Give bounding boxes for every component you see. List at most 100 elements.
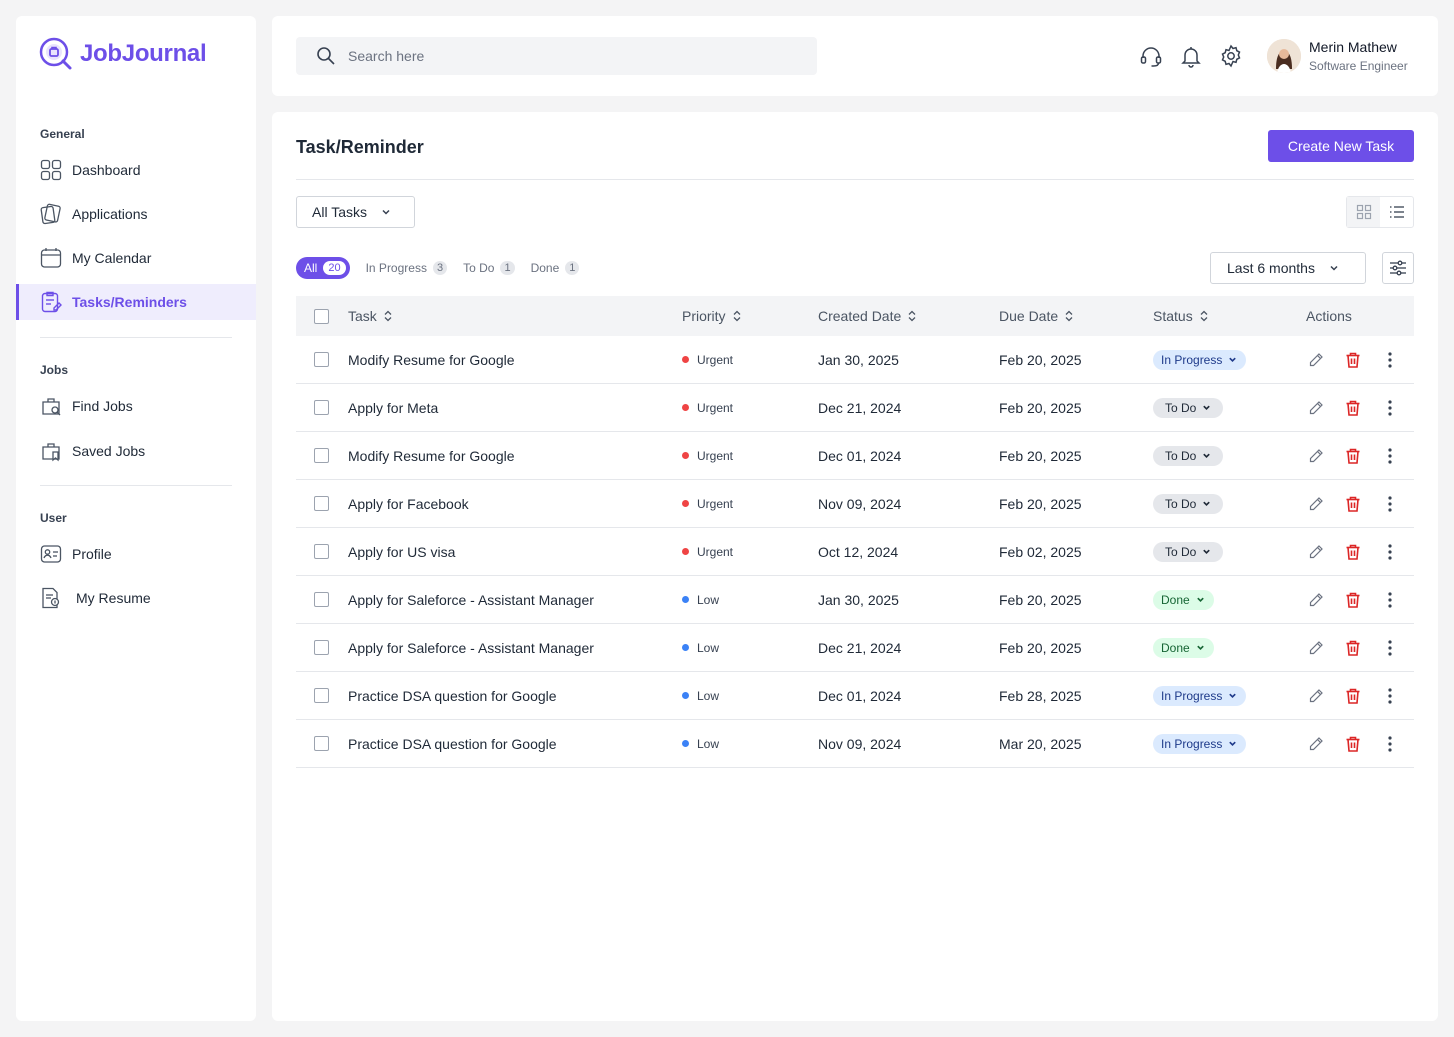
search-input[interactable] (348, 48, 788, 64)
calendar-icon (40, 248, 62, 268)
status-badge[interactable]: In Progress (1153, 349, 1247, 370)
kebab-menu-icon (1388, 639, 1392, 656)
status-badge[interactable]: Done (1153, 637, 1214, 658)
edit-button[interactable] (1308, 448, 1324, 464)
row-checkbox[interactable] (314, 736, 329, 751)
grid-view-button[interactable] (1347, 197, 1380, 227)
row-checkbox[interactable] (314, 592, 329, 607)
status-badge[interactable]: In Progress (1153, 733, 1247, 754)
avatar[interactable] (1267, 39, 1301, 73)
edit-button[interactable] (1308, 400, 1324, 416)
sidebar-item-saved-jobs[interactable]: Saved Jobs (16, 433, 256, 469)
sidebar-item-find-jobs[interactable]: Find Jobs (16, 388, 256, 424)
priority-cell: Urgent (682, 545, 818, 559)
task-name[interactable]: Apply for US visa (348, 544, 682, 560)
main-panel: Task/Reminder Create New Task All Tasks … (272, 112, 1438, 1021)
priority-label: Urgent (697, 352, 734, 367)
task-filter-dropdown[interactable]: All Tasks (296, 196, 415, 228)
more-options-button[interactable] (1382, 735, 1398, 753)
edit-button[interactable] (1308, 352, 1324, 368)
more-options-button[interactable] (1382, 639, 1398, 657)
sidebar-item-my-calendar[interactable]: My Calendar (16, 240, 256, 276)
tab-to-do[interactable]: To Do 1 (463, 257, 515, 279)
task-name[interactable]: Practice DSA question for Google (348, 688, 682, 704)
search-bar[interactable] (296, 37, 817, 75)
delete-button[interactable] (1344, 399, 1362, 417)
row-checkbox[interactable] (314, 640, 329, 655)
filter-settings-button[interactable] (1382, 252, 1414, 284)
more-options-button[interactable] (1382, 351, 1398, 369)
table-row: Apply for Meta Urgent Dec 21, 2024 Feb 2… (296, 384, 1414, 432)
status-badge[interactable]: To Do (1153, 397, 1224, 418)
delete-button[interactable] (1344, 495, 1362, 513)
column-status[interactable]: Status (1153, 308, 1306, 324)
tab-done[interactable]: Done 1 (531, 257, 580, 279)
headset-icon[interactable] (1139, 44, 1163, 68)
select-all-checkbox[interactable] (314, 308, 329, 324)
row-checkbox[interactable] (314, 400, 329, 415)
create-new-task-button[interactable]: Create New Task (1268, 130, 1414, 162)
date-range-dropdown[interactable]: Last 6 months (1210, 252, 1366, 284)
status-badge[interactable]: To Do (1153, 493, 1224, 514)
chevron-down-icon (382, 209, 390, 215)
row-checkbox[interactable] (314, 448, 329, 463)
more-options-button[interactable] (1382, 399, 1398, 417)
delete-button[interactable] (1344, 351, 1362, 369)
edit-button[interactable] (1308, 544, 1324, 560)
edit-button[interactable] (1308, 496, 1324, 512)
more-options-button[interactable] (1382, 687, 1398, 705)
delete-button[interactable] (1344, 447, 1362, 465)
sidebar-item-applications[interactable]: Applications (16, 196, 256, 232)
edit-button[interactable] (1308, 736, 1324, 752)
more-options-button[interactable] (1382, 495, 1398, 513)
status-badge[interactable]: Done (1153, 589, 1214, 610)
task-name[interactable]: Modify Resume for Google (348, 448, 682, 464)
column-created-date[interactable]: Created Date (818, 308, 999, 324)
status-badge[interactable]: To Do (1153, 445, 1224, 466)
sidebar-item-dashboard[interactable]: Dashboard (16, 152, 256, 188)
edit-button[interactable] (1308, 592, 1324, 608)
tab-all[interactable]: All 20 (296, 257, 350, 279)
edit-button[interactable] (1308, 640, 1324, 656)
edit-button[interactable] (1308, 688, 1324, 704)
dashboard-icon (40, 159, 62, 181)
priority-cell: Urgent (682, 497, 818, 511)
user-role: Software Engineer (1309, 59, 1408, 73)
more-options-button[interactable] (1382, 447, 1398, 465)
pencil-icon (1309, 544, 1323, 558)
task-name[interactable]: Apply for Facebook (348, 496, 682, 512)
sidebar-item-tasks-reminders[interactable]: Tasks/Reminders (16, 284, 256, 320)
task-name[interactable]: Apply for Meta (348, 400, 682, 416)
priority-label: Low (697, 688, 720, 703)
column-priority[interactable]: Priority (682, 308, 818, 324)
task-name[interactable]: Modify Resume for Google (348, 352, 682, 368)
list-view-button[interactable] (1380, 197, 1413, 227)
priority-cell: Low (682, 737, 818, 751)
status-badge[interactable]: To Do (1153, 541, 1224, 562)
tab-in-progress[interactable]: In Progress 3 (366, 257, 448, 279)
more-options-button[interactable] (1382, 543, 1398, 561)
delete-button[interactable] (1344, 639, 1362, 657)
gear-icon[interactable] (1219, 44, 1243, 68)
delete-button[interactable] (1344, 543, 1362, 561)
task-name[interactable]: Apply for Saleforce - Assistant Manager (348, 640, 682, 656)
delete-button[interactable] (1344, 687, 1362, 705)
app-logo[interactable]: JobJournal (38, 36, 207, 72)
bell-icon[interactable] (1179, 44, 1203, 68)
status-badge[interactable]: In Progress (1153, 685, 1247, 706)
sidebar-item-my-resume[interactable]: My Resume (16, 580, 256, 616)
row-checkbox[interactable] (314, 496, 329, 511)
task-name[interactable]: Practice DSA question for Google (348, 736, 682, 752)
column-due-date[interactable]: Due Date (999, 308, 1153, 324)
delete-button[interactable] (1344, 735, 1362, 753)
row-checkbox[interactable] (314, 352, 329, 367)
column-task[interactable]: Task (348, 308, 682, 324)
title-divider (296, 179, 1414, 180)
delete-button[interactable] (1344, 591, 1362, 609)
more-options-button[interactable] (1382, 591, 1398, 609)
task-name[interactable]: Apply for Saleforce - Assistant Manager (348, 592, 682, 608)
row-checkbox[interactable] (314, 544, 329, 559)
row-checkbox[interactable] (314, 688, 329, 703)
sidebar-item-profile[interactable]: Profile (16, 536, 256, 572)
pencil-icon (1309, 400, 1323, 414)
